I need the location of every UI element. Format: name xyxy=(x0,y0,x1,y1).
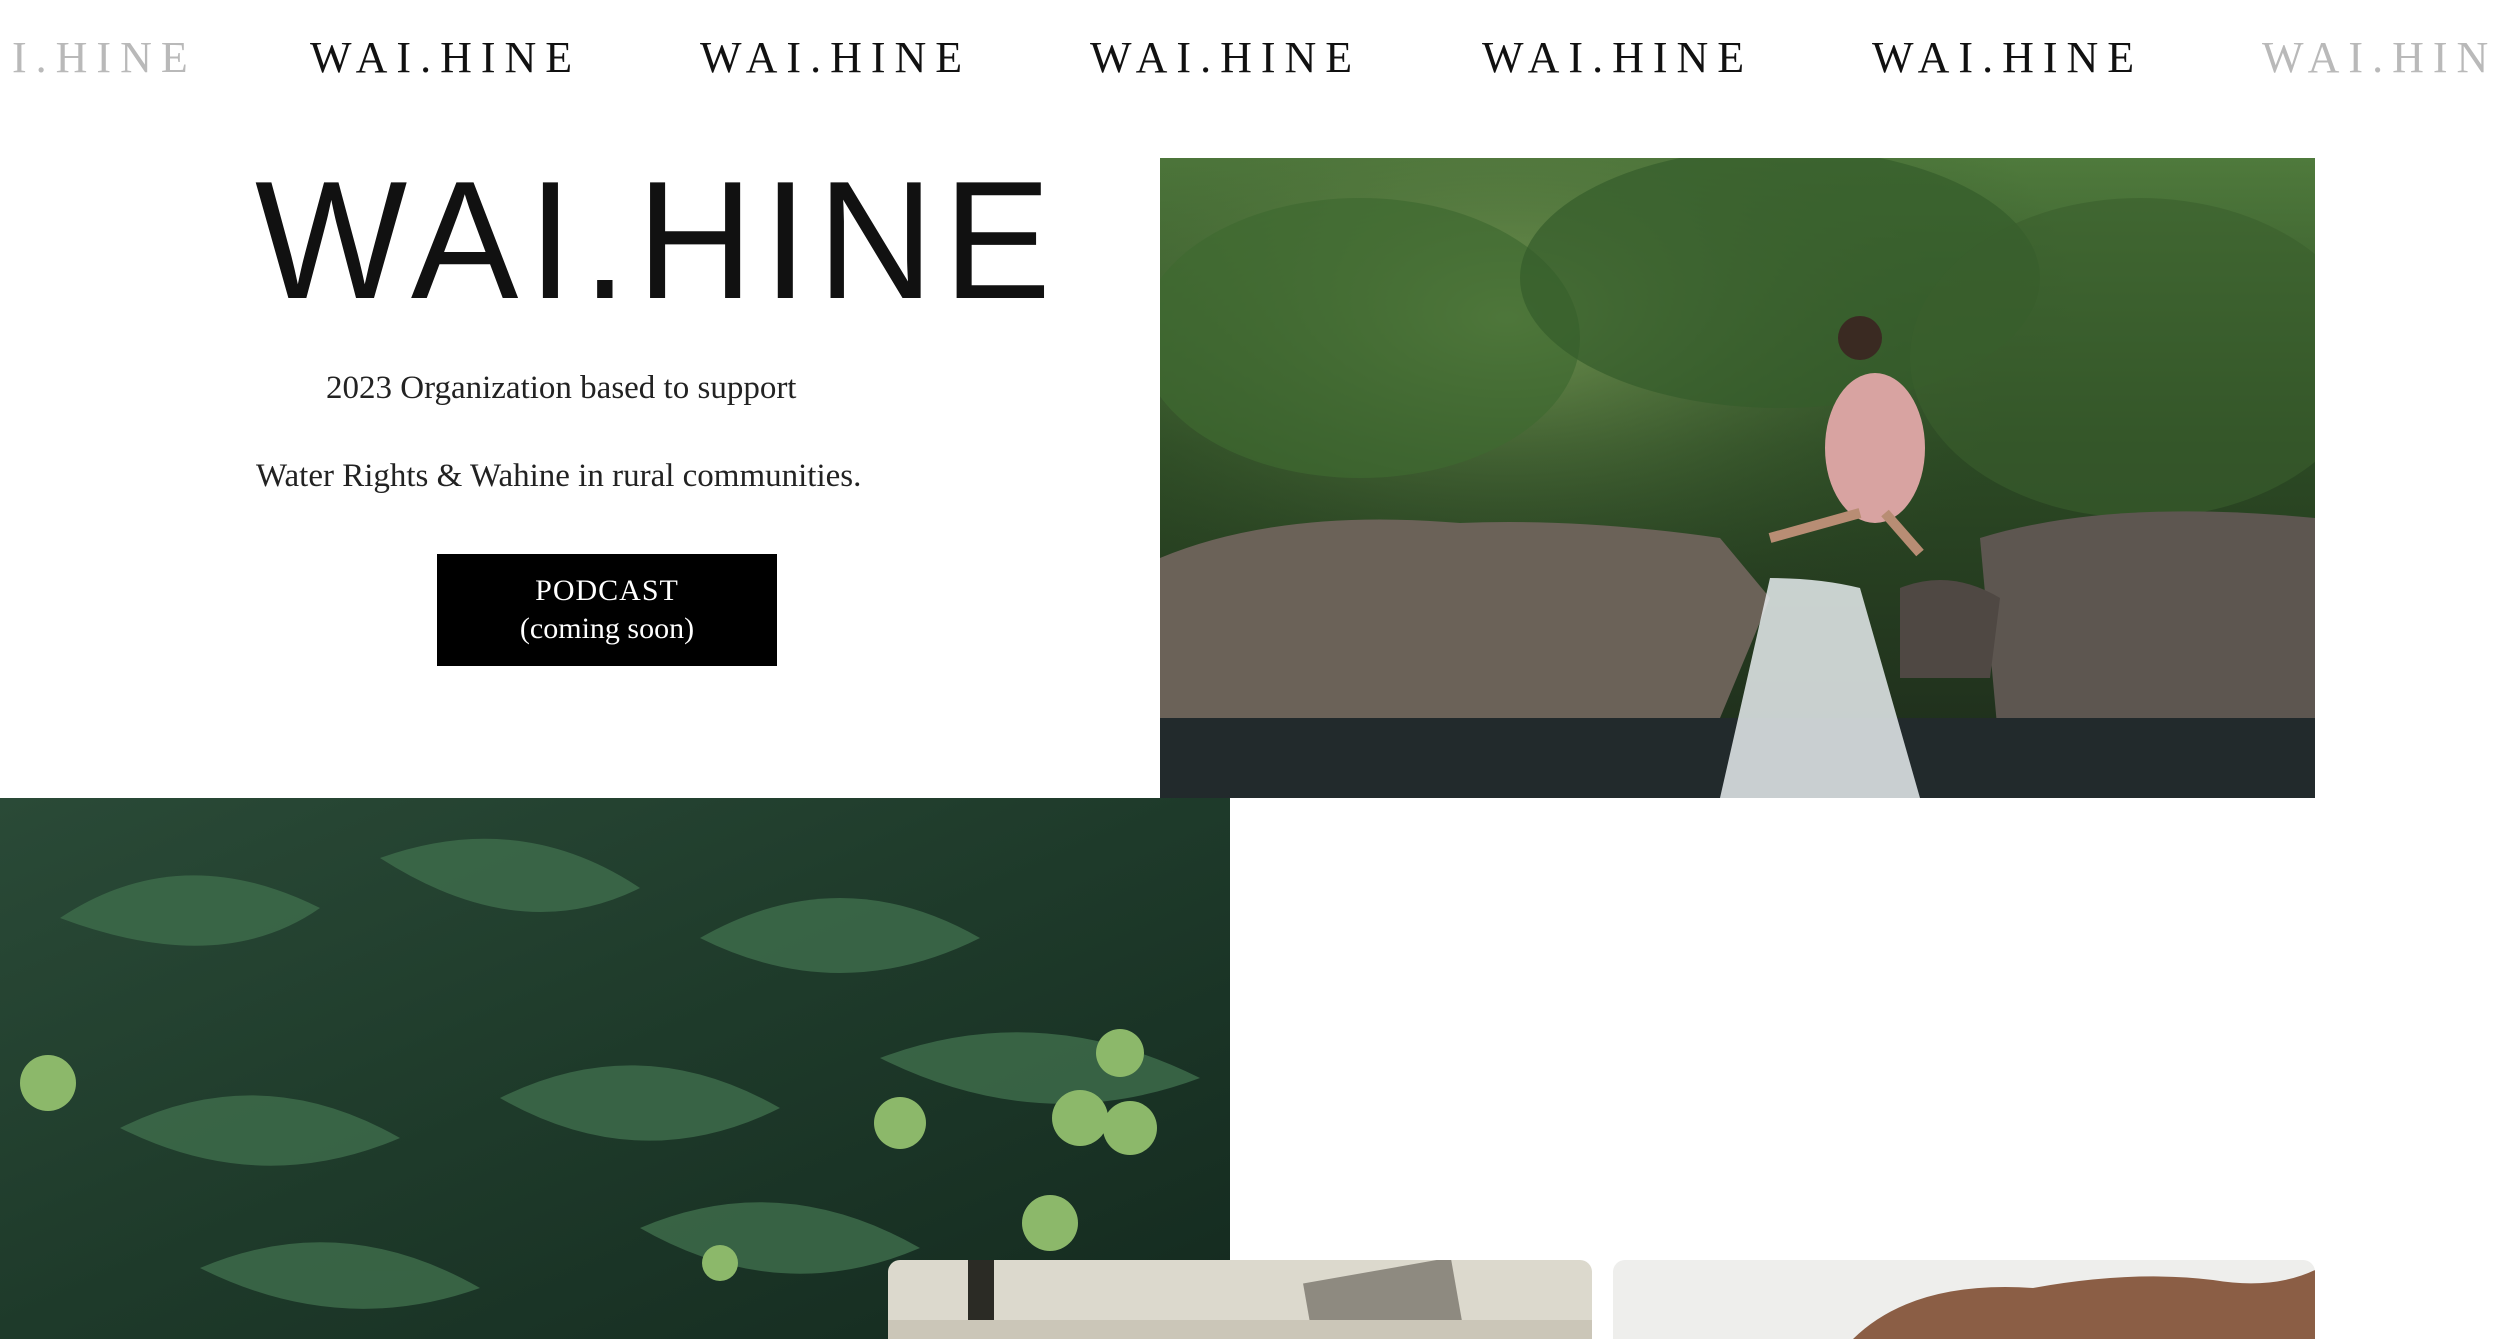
podcast-button-label: PODCAST xyxy=(535,574,679,607)
marquee-item: WAI.HINE xyxy=(1482,33,1754,82)
brand-marquee: I.HINE WAI.HINE WAI.HINE WAI.HINE WAI.HI… xyxy=(0,0,2500,120)
podcast-button[interactable]: PODCAST (coming soon) xyxy=(437,554,777,666)
marquee-track: I.HINE WAI.HINE WAI.HINE WAI.HINE WAI.HI… xyxy=(0,0,2500,120)
hand-photo xyxy=(1613,1260,2315,1339)
site-logo: WAI.HINE xyxy=(255,146,1061,334)
marquee-item: WAI.HIN xyxy=(2262,33,2498,82)
marquee-item: WAI.HINE xyxy=(310,33,582,82)
notes-photo xyxy=(888,1260,1592,1339)
stream-photo xyxy=(1160,158,2315,798)
marquee-item: WAI.HINE xyxy=(700,33,972,82)
marquee-item: WAI.HINE xyxy=(1090,33,1362,82)
tagline-line-2: Water Rights & Wahine in rural communiti… xyxy=(256,458,862,494)
podcast-button-sublabel: (coming soon) xyxy=(519,612,695,645)
tagline-line-1: 2023 Organization based to support xyxy=(326,370,797,406)
breadfruit-photo xyxy=(0,798,1230,1339)
marquee-item: I.HINE xyxy=(12,33,197,82)
marquee-item: WAI.HINE xyxy=(1872,33,2144,82)
